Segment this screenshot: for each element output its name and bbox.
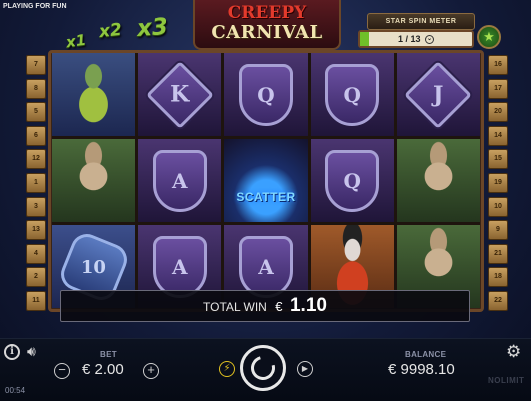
total-win-panel: TOTAL WIN € 1.10 [60, 290, 470, 322]
clown-symbol [52, 53, 136, 136]
paylines-left: 7 8 5 6 12 1 3 13 4 2 11 [26, 55, 46, 315]
strongman-symbol [52, 139, 136, 222]
info-icon[interactable]: i [4, 344, 20, 360]
payline-number: 4 [26, 243, 46, 264]
payline-number: 22 [488, 290, 508, 311]
strongman-symbol [396, 139, 480, 222]
multiplier-x1: x1 [64, 30, 88, 52]
symbol-label: Q [257, 82, 275, 107]
symbol-label: A [172, 168, 188, 193]
autoplay-play-icon[interactable]: ▶ [297, 361, 313, 377]
payline-number: 10 [488, 196, 508, 217]
payline-number: 12 [26, 149, 46, 170]
reel-cell-strongman [396, 139, 480, 222]
total-win-currency: € [275, 299, 283, 314]
bet-increase-button[interactable]: + [143, 363, 159, 379]
session-clock: 00:54 [5, 386, 26, 395]
payline-number: 19 [488, 172, 508, 193]
spin-button[interactable] [240, 345, 286, 391]
multiplier-x2: x2 [98, 19, 123, 43]
payline-number: 21 [488, 243, 508, 264]
symbol-label: A [258, 254, 274, 279]
star-spin-meter-title: STAR SPIN METER [367, 13, 475, 30]
card-symbol: Q [238, 63, 293, 126]
balance-label: BALANCE [405, 350, 447, 359]
card-symbol: J [404, 60, 473, 129]
card-symbol: A [238, 235, 293, 298]
speaker-icon[interactable]: 🔊︎ [27, 343, 36, 360]
reel-cell-q: Q [224, 53, 308, 136]
reel-cell-k: K [138, 53, 222, 136]
reel-grid: K Q Q J A SCATTER Q 10 A A [52, 53, 480, 308]
symbol-label: Q [343, 168, 361, 193]
play-mode-label: PLAYING FOR FUN [3, 3, 67, 10]
game-logo: CREEPY CARNIVAL [193, 0, 341, 50]
payline-number: 2 [26, 267, 46, 288]
payline-number: 14 [488, 125, 508, 146]
star-spin-meter-bar: 1 / 13 ⌄ [358, 30, 474, 48]
chevron-down-icon[interactable]: ⌄ [425, 35, 435, 45]
scatter-label: SCATTER [236, 190, 296, 205]
card-symbol: A [152, 149, 207, 212]
symbol-label: Q [343, 82, 361, 107]
payline-number: 3 [26, 196, 46, 217]
scatter-symbol: SCATTER [224, 139, 308, 222]
reel-cell-strongman [52, 139, 136, 222]
payline-number: 20 [488, 102, 508, 123]
reel-cell-clown [52, 53, 136, 136]
reel-cell-scatter: SCATTER [224, 139, 308, 222]
star-icon[interactable]: ★ [477, 25, 501, 49]
bet-decrease-button[interactable]: − [54, 363, 70, 379]
payline-number: 11 [26, 290, 46, 311]
star-spin-meter-fill [360, 32, 369, 46]
spin-arrow-icon [246, 351, 280, 385]
payline-number: 15 [488, 149, 508, 170]
reel-cell-j: J [396, 53, 480, 136]
balance-value: € 9998.10 [388, 361, 455, 378]
symbol-label: J [433, 81, 444, 108]
payline-number: 5 [26, 102, 46, 123]
reel-cell-q: Q [310, 53, 394, 136]
payline-number: 1 [26, 172, 46, 193]
star-spin-meter-progress: 1 / 13 [397, 34, 421, 44]
symbol-label: K [170, 81, 190, 108]
card-symbol: K [145, 60, 214, 129]
turbo-bolt-icon[interactable]: ⚡︎ [219, 361, 235, 377]
logo-line1: CREEPY [227, 3, 307, 23]
reel-cell-q: Q [310, 139, 394, 222]
symbol-label: 10 [81, 256, 107, 277]
total-win-label: TOTAL WIN [203, 300, 267, 314]
payline-number: 17 [488, 78, 508, 99]
payline-number: 16 [488, 55, 508, 75]
payline-number: 9 [488, 220, 508, 241]
bet-value: € 2.00 [82, 361, 124, 378]
symbol-label: A [172, 254, 188, 279]
gear-icon[interactable]: ⚙ [506, 342, 521, 362]
logo-line2: CARNIVAL [211, 22, 323, 43]
card-symbol: A [152, 235, 207, 298]
payline-number: 13 [26, 220, 46, 241]
multiplier-x3: x3 [136, 13, 169, 43]
bet-label: BET [100, 350, 117, 359]
card-symbol: Q [325, 149, 380, 212]
total-win-value: 1.10 [289, 295, 327, 316]
payline-number: 18 [488, 267, 508, 288]
paylines-right: 16 17 20 14 15 19 10 9 21 18 22 [488, 55, 508, 315]
reel-cell-a: A [138, 139, 222, 222]
payline-number: 7 [26, 55, 46, 75]
payline-number: 6 [26, 125, 46, 146]
card-symbol: Q [325, 63, 380, 126]
payline-number: 8 [26, 78, 46, 99]
provider-logo: NOLIMIT [488, 376, 525, 385]
